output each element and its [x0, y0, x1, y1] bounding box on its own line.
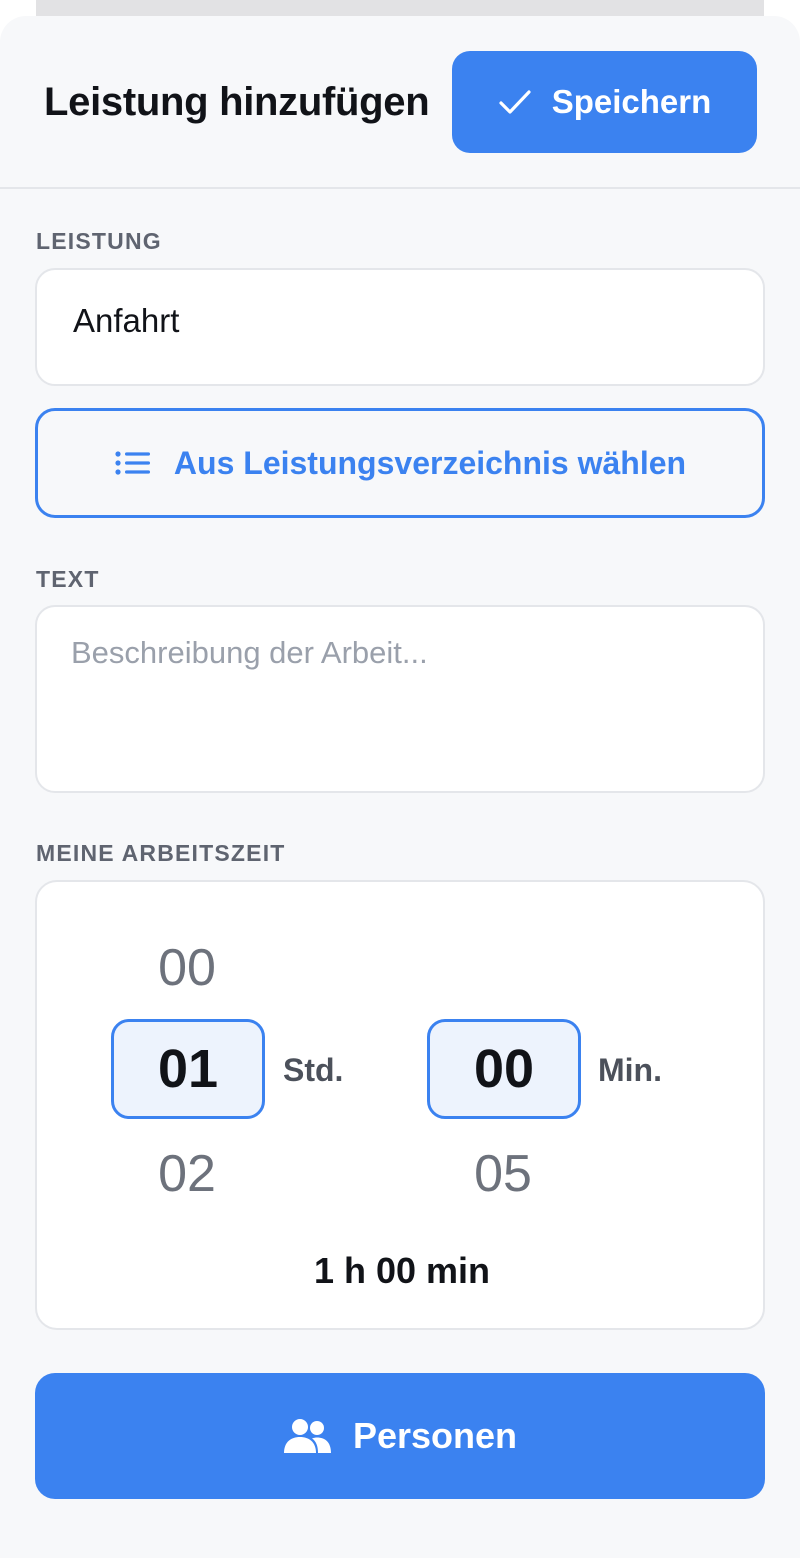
- persons-button-label: Personen: [352, 1415, 518, 1456]
- choose-from-catalog-button[interactable]: Aus Leistungsverzeichnis wählen: [35, 408, 765, 518]
- hours-prev-value[interactable]: 00: [110, 938, 264, 998]
- save-button-label: Speichern: [551, 83, 712, 120]
- hours-unit-label: Std.: [283, 1052, 344, 1088]
- minutes-unit-label: Min.: [598, 1052, 662, 1088]
- text-section-label: TEXT: [36, 566, 100, 592]
- list-icon: [114, 449, 152, 477]
- service-field[interactable]: Anfahrt: [35, 268, 765, 386]
- page-title: Leistung hinzufügen: [44, 80, 430, 124]
- service-value: Anfahrt: [73, 302, 180, 339]
- people-icon: [283, 1418, 333, 1454]
- minutes-next-value[interactable]: 05: [426, 1144, 580, 1204]
- checkmark-icon: [498, 88, 532, 116]
- save-button[interactable]: Speichern: [452, 51, 757, 153]
- sheet-header: Leistung hinzufügen Speichern: [0, 16, 800, 189]
- add-service-sheet: Leistung hinzufügen Speichern LEISTUNG A…: [0, 16, 800, 1558]
- minutes-selected-value[interactable]: 00: [427, 1019, 581, 1119]
- worktime-section-label: MEINE ARBEITSZEIT: [36, 840, 286, 866]
- worktime-picker: 00 01 02 Std. 00 05 Min. 1 h 00 min: [35, 880, 765, 1330]
- hours-next-value[interactable]: 02: [110, 1144, 264, 1204]
- worktime-total: 1 h 00 min: [313, 1250, 491, 1291]
- choose-from-catalog-label: Aus Leistungsverzeichnis wählen: [173, 444, 687, 481]
- persons-button[interactable]: Personen: [35, 1373, 765, 1499]
- service-section-label: LEISTUNG: [36, 228, 162, 254]
- description-textarea[interactable]: [71, 635, 733, 771]
- text-field-container: [35, 605, 765, 793]
- hours-selected-value[interactable]: 01: [111, 1019, 265, 1119]
